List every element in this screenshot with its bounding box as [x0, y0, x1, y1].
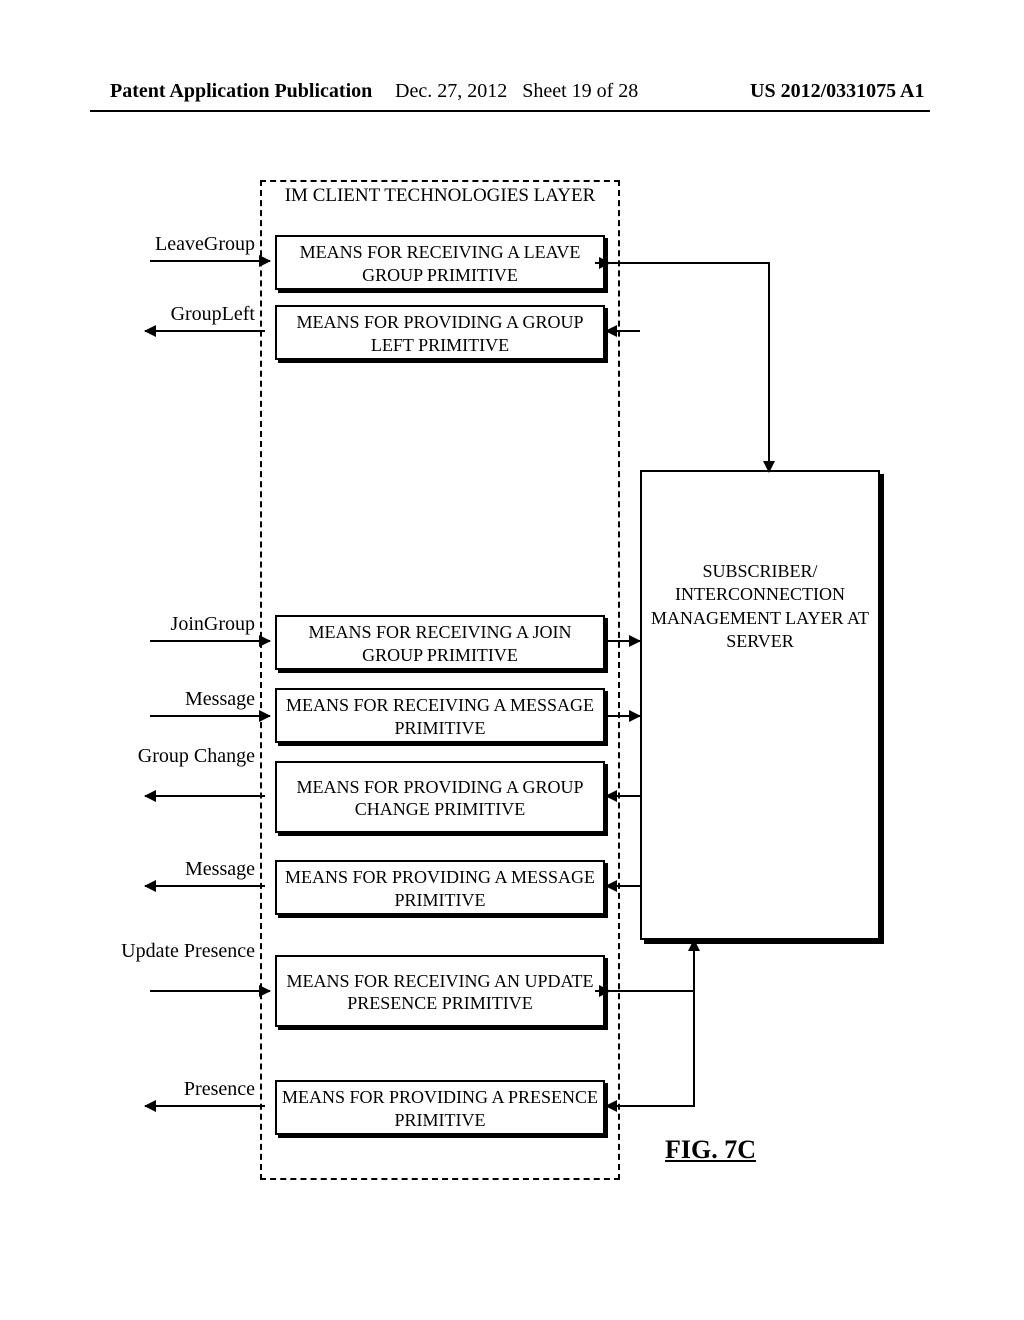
conn-presence-h — [629, 1105, 695, 1107]
arrow-in-leavegroup — [150, 260, 270, 262]
header-date: Dec. 27, 2012 — [395, 80, 507, 102]
conn-presence-v — [693, 938, 695, 1107]
header-rule — [90, 110, 930, 112]
header-publication: Patent Application Publication — [110, 80, 372, 103]
conn-message-out-in — [606, 885, 640, 887]
subscriber-management-layer-label: SUBSCRIBER/ INTERCONNECTION MANAGEMENT L… — [648, 560, 872, 654]
arrow-out-presence — [145, 1105, 265, 1107]
diagram-fig-7c: IM CLIENT TECHNOLOGIES LAYER SUBSCRIBER/… — [90, 170, 930, 1200]
label-leavegroup: LeaveGroup — [95, 233, 255, 256]
box-groupleft: MEANS FOR PROVIDING A GROUP LEFT PRIMITI… — [275, 305, 605, 360]
conn-groupchange-in — [606, 795, 640, 797]
box-joingroup: MEANS FOR RECEIVING A JOIN GROUP PRIMITI… — [275, 615, 605, 670]
header-date-sheet: Dec. 27, 2012 Sheet 19 of 28 — [395, 80, 638, 103]
box-updatepresence: MEANS FOR RECEIVING AN UPDATE PRESENCE P… — [275, 955, 605, 1027]
subscriber-management-layer-box — [640, 470, 880, 940]
conn-leavegroup-v — [768, 262, 770, 472]
conn-message-in-out — [605, 715, 640, 717]
arrow-in-updatepresence — [150, 990, 270, 992]
conn-presence-in-stub — [606, 1105, 631, 1107]
label-groupleft: GroupLeft — [95, 303, 255, 326]
figure-label: FIG. 7C — [665, 1135, 756, 1165]
conn-updatepresence-out-stub — [595, 990, 610, 992]
conn-leavegroup-out-stub — [595, 262, 610, 264]
label-joingroup: JoinGroup — [95, 613, 255, 636]
conn-joingroup-out — [605, 640, 640, 642]
im-client-layer-title: IM CLIENT TECHNOLOGIES LAYER — [270, 185, 610, 208]
header-sheet: Sheet 19 of 28 — [522, 80, 638, 102]
conn-groupleft-in — [606, 330, 640, 332]
label-message-in: Message — [95, 688, 255, 711]
label-message-out: Message — [95, 858, 255, 881]
arrow-in-message — [150, 715, 270, 717]
label-presence: Presence — [95, 1078, 255, 1101]
box-groupchange: MEANS FOR PROVIDING A GROUP CHANGE PRIMI… — [275, 761, 605, 833]
label-updatepresence: Update Presence — [95, 940, 255, 963]
box-message-out: MEANS FOR PROVIDING A MESSAGE PRIMITIVE — [275, 860, 605, 915]
box-leavegroup: MEANS FOR RECEIVING A LEAVE GROUP PRIMIT… — [275, 235, 605, 290]
header-pubno: US 2012/0331075 A1 — [750, 80, 924, 103]
arrow-in-joingroup — [150, 640, 270, 642]
box-message-in: MEANS FOR RECEIVING A MESSAGE PRIMITIVE — [275, 688, 605, 743]
arrow-out-groupleft — [145, 330, 265, 332]
label-groupchange: Group Change — [95, 745, 255, 768]
box-presence: MEANS FOR PROVIDING A PRESENCE PRIMITIVE — [275, 1080, 605, 1135]
conn-updatepresence-h — [605, 990, 695, 992]
arrow-out-message — [145, 885, 265, 887]
arrow-out-groupchange — [145, 795, 265, 797]
conn-leavegroup-h — [605, 262, 770, 264]
